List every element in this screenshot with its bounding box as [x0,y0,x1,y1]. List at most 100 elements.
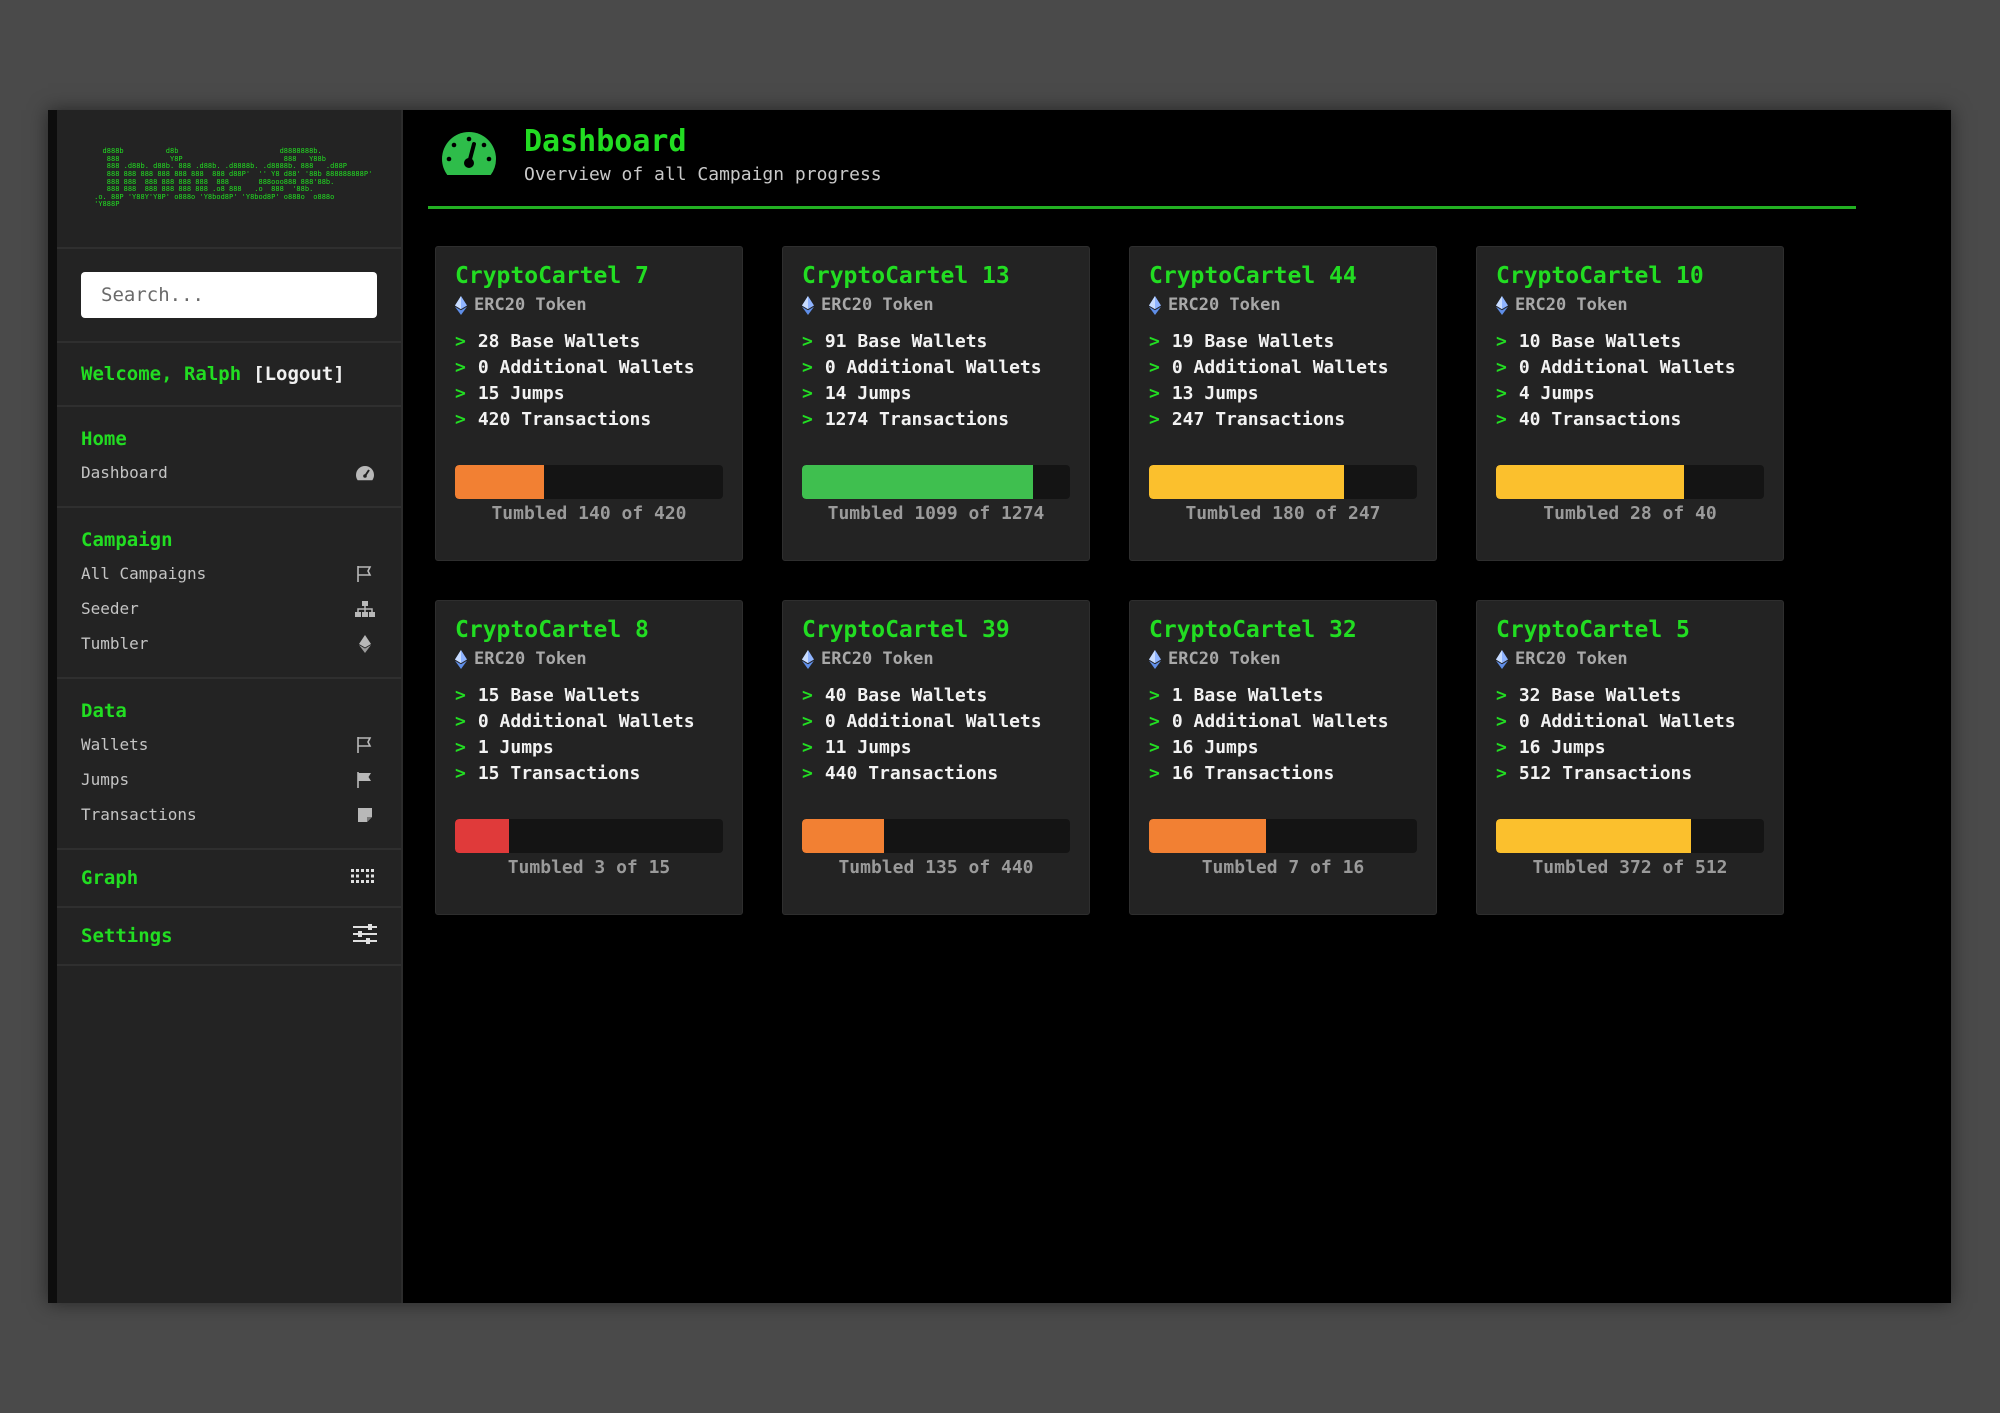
campaign-card[interactable]: CryptoCartel 13 ERC20 Token >91 Base Walle… [782,246,1090,561]
campaign-stat-text: 0 Additional Wallets [824,711,1042,732]
sidebar-item-tumbler[interactable]: Tumbler [81,626,377,661]
sidebar-item-dashboard[interactable]: Dashboard [81,455,377,490]
campaign-stat-text: 4 Jumps [1518,383,1595,404]
campaign-stat: >16 Jumps [1149,735,1389,761]
campaign-stat: >1 Jumps [455,735,695,761]
campaign-stat: >247 Transactions [1149,407,1389,433]
prompt-marker: > [1496,685,1507,706]
prompt-marker: > [455,383,466,404]
welcome-bar: Welcome, Ralph [Logout] [57,343,401,407]
sidebar-item-graph[interactable]: Graph [57,850,401,908]
campaign-stat-text: 1274 Transactions [824,409,1010,430]
campaign-card[interactable]: CryptoCartel 8 ERC20 Token >15 Base Wallet… [435,600,743,915]
ethereum-icon [455,649,467,669]
campaign-stat: >0 Additional Wallets [455,709,695,735]
campaign-title[interactable]: CryptoCartel 10 [1496,263,1704,289]
campaign-stat-text: 32 Base Wallets [1518,685,1682,706]
app-window: d888b d8b d8888888b. 888 Y8P 888 Y88b 88… [48,110,1951,1303]
prompt-marker: > [455,763,466,784]
campaign-title[interactable]: CryptoCartel 44 [1149,263,1357,289]
prompt-marker: > [455,357,466,378]
tumble-progress-fill [1149,465,1345,499]
sidebar-item-label: All Campaigns [81,564,207,583]
gauge-icon [440,130,498,180]
campaign-title[interactable]: CryptoCartel 5 [1496,617,1690,643]
campaign-stat: >512 Transactions [1496,761,1736,787]
campaign-stats: >91 Base Wallets >0 Additional Wallets >14… [802,329,1042,433]
tumbled-count: Tumbled 372 of 512 [1532,857,1728,878]
campaign-card[interactable]: CryptoCartel 7 ERC20 Token >28 Base Wallet… [435,246,743,561]
campaign-stats: >15 Base Wallets >0 Additional Wallets >1 … [455,683,695,787]
token-type: ERC20 Token [1496,649,1628,669]
sidebar-item-transactions[interactable]: Transactions [81,797,377,832]
campaign-card[interactable]: CryptoCartel 5 ERC20 Token >32 Base Wallet… [1476,600,1784,915]
campaign-card[interactable]: CryptoCartel 10 ERC20 Token >10 Base Walle… [1476,246,1784,561]
campaign-stats: >1 Base Wallets >0 Additional Wallets >16 … [1149,683,1389,787]
nav-section-title-data[interactable]: Data [81,695,377,727]
campaign-stat: >1274 Transactions [802,407,1042,433]
prompt-marker: > [455,711,466,732]
sidebar-item-label: Dashboard [81,463,168,482]
campaign-stat: >32 Base Wallets [1496,683,1736,709]
ethereum-icon [802,295,814,315]
nav-section-title-home[interactable]: Home [81,423,377,455]
tumbled-count: Tumbled 3 of 15 [507,857,671,878]
nav-section-campaign: Campaign All Campaigns Seeder Tumbler [57,508,401,679]
campaign-card[interactable]: CryptoCartel 44 ERC20 Token >19 Base Walle… [1129,246,1437,561]
campaign-stat: >420 Transactions [455,407,695,433]
logo[interactable]: d888b d8b d8888888b. 888 Y8P 888 Y88b 88… [57,110,401,249]
search-area [57,249,401,343]
campaign-stat: >40 Transactions [1496,407,1736,433]
sidebar-item-label: Jumps [81,770,130,789]
campaign-stat-text: 15 Transactions [477,763,641,784]
nav-section-title-campaign[interactable]: Campaign [81,524,377,556]
search-input[interactable] [81,272,377,318]
campaign-stat-text: 16 Jumps [1518,737,1606,758]
logout-link[interactable]: [Logout] [253,363,345,385]
nav-section-title-settings: Settings [81,925,173,947]
tumble-progress-fill [455,819,509,853]
campaign-card[interactable]: CryptoCartel 32 ERC20 Token >1 Base Wallet… [1129,600,1437,915]
sidebar-item-wallets[interactable]: Wallets [81,727,377,762]
nav-section-data: Data Wallets Jumps Transactions [57,679,401,850]
prompt-marker: > [1149,711,1160,732]
campaign-stat: >0 Additional Wallets [802,355,1042,381]
campaign-stat: >4 Jumps [1496,381,1736,407]
tumble-progress-bar [455,465,723,499]
sidebar-item-jumps[interactable]: Jumps [81,762,377,797]
token-label: ERC20 Token [1515,295,1628,315]
campaign-stats: >28 Base Wallets >0 Additional Wallets >15… [455,329,695,433]
campaign-stat: >0 Additional Wallets [1496,709,1736,735]
prompt-marker: > [1496,409,1507,430]
sidebar-item-seeder[interactable]: Seeder [81,591,377,626]
ethereum-icon [1149,649,1161,669]
campaign-card[interactable]: CryptoCartel 39 ERC20 Token >40 Base Walle… [782,600,1090,915]
campaign-stat-text: 512 Transactions [1518,763,1693,784]
campaign-stat-text: 0 Additional Wallets [1518,357,1736,378]
sidebar-item-settings[interactable]: Settings [57,908,401,966]
tumbled-count: Tumbled 140 of 420 [491,503,687,524]
campaign-stat-text: 28 Base Wallets [477,331,641,352]
prompt-marker: > [455,331,466,352]
campaign-stat-text: 15 Base Wallets [477,685,641,706]
campaign-stat-text: 11 Jumps [824,737,912,758]
sliders-icon [353,924,377,948]
ethereum-icon [802,649,814,669]
campaign-title[interactable]: CryptoCartel 7 [455,263,649,289]
tumble-progress-bar [455,819,723,853]
token-label: ERC20 Token [1168,295,1281,315]
campaign-stat-text: 0 Additional Wallets [477,357,695,378]
tumbled-count: Tumbled 7 of 16 [1201,857,1365,878]
campaign-title[interactable]: CryptoCartel 39 [802,617,1010,643]
campaign-stat-text: 0 Additional Wallets [1518,711,1736,732]
campaign-title[interactable]: CryptoCartel 32 [1149,617,1357,643]
campaign-stat: >10 Base Wallets [1496,329,1736,355]
campaign-title[interactable]: CryptoCartel 13 [802,263,1010,289]
campaign-stat-text: 40 Base Wallets [824,685,988,706]
campaign-title[interactable]: CryptoCartel 8 [455,617,649,643]
prompt-marker: > [1149,737,1160,758]
campaign-stat: >0 Additional Wallets [1149,355,1389,381]
sidebar-item-all-campaigns[interactable]: All Campaigns [81,556,377,591]
campaign-stat-text: 40 Transactions [1518,409,1682,430]
welcome-text: Welcome, Ralph [81,363,242,385]
